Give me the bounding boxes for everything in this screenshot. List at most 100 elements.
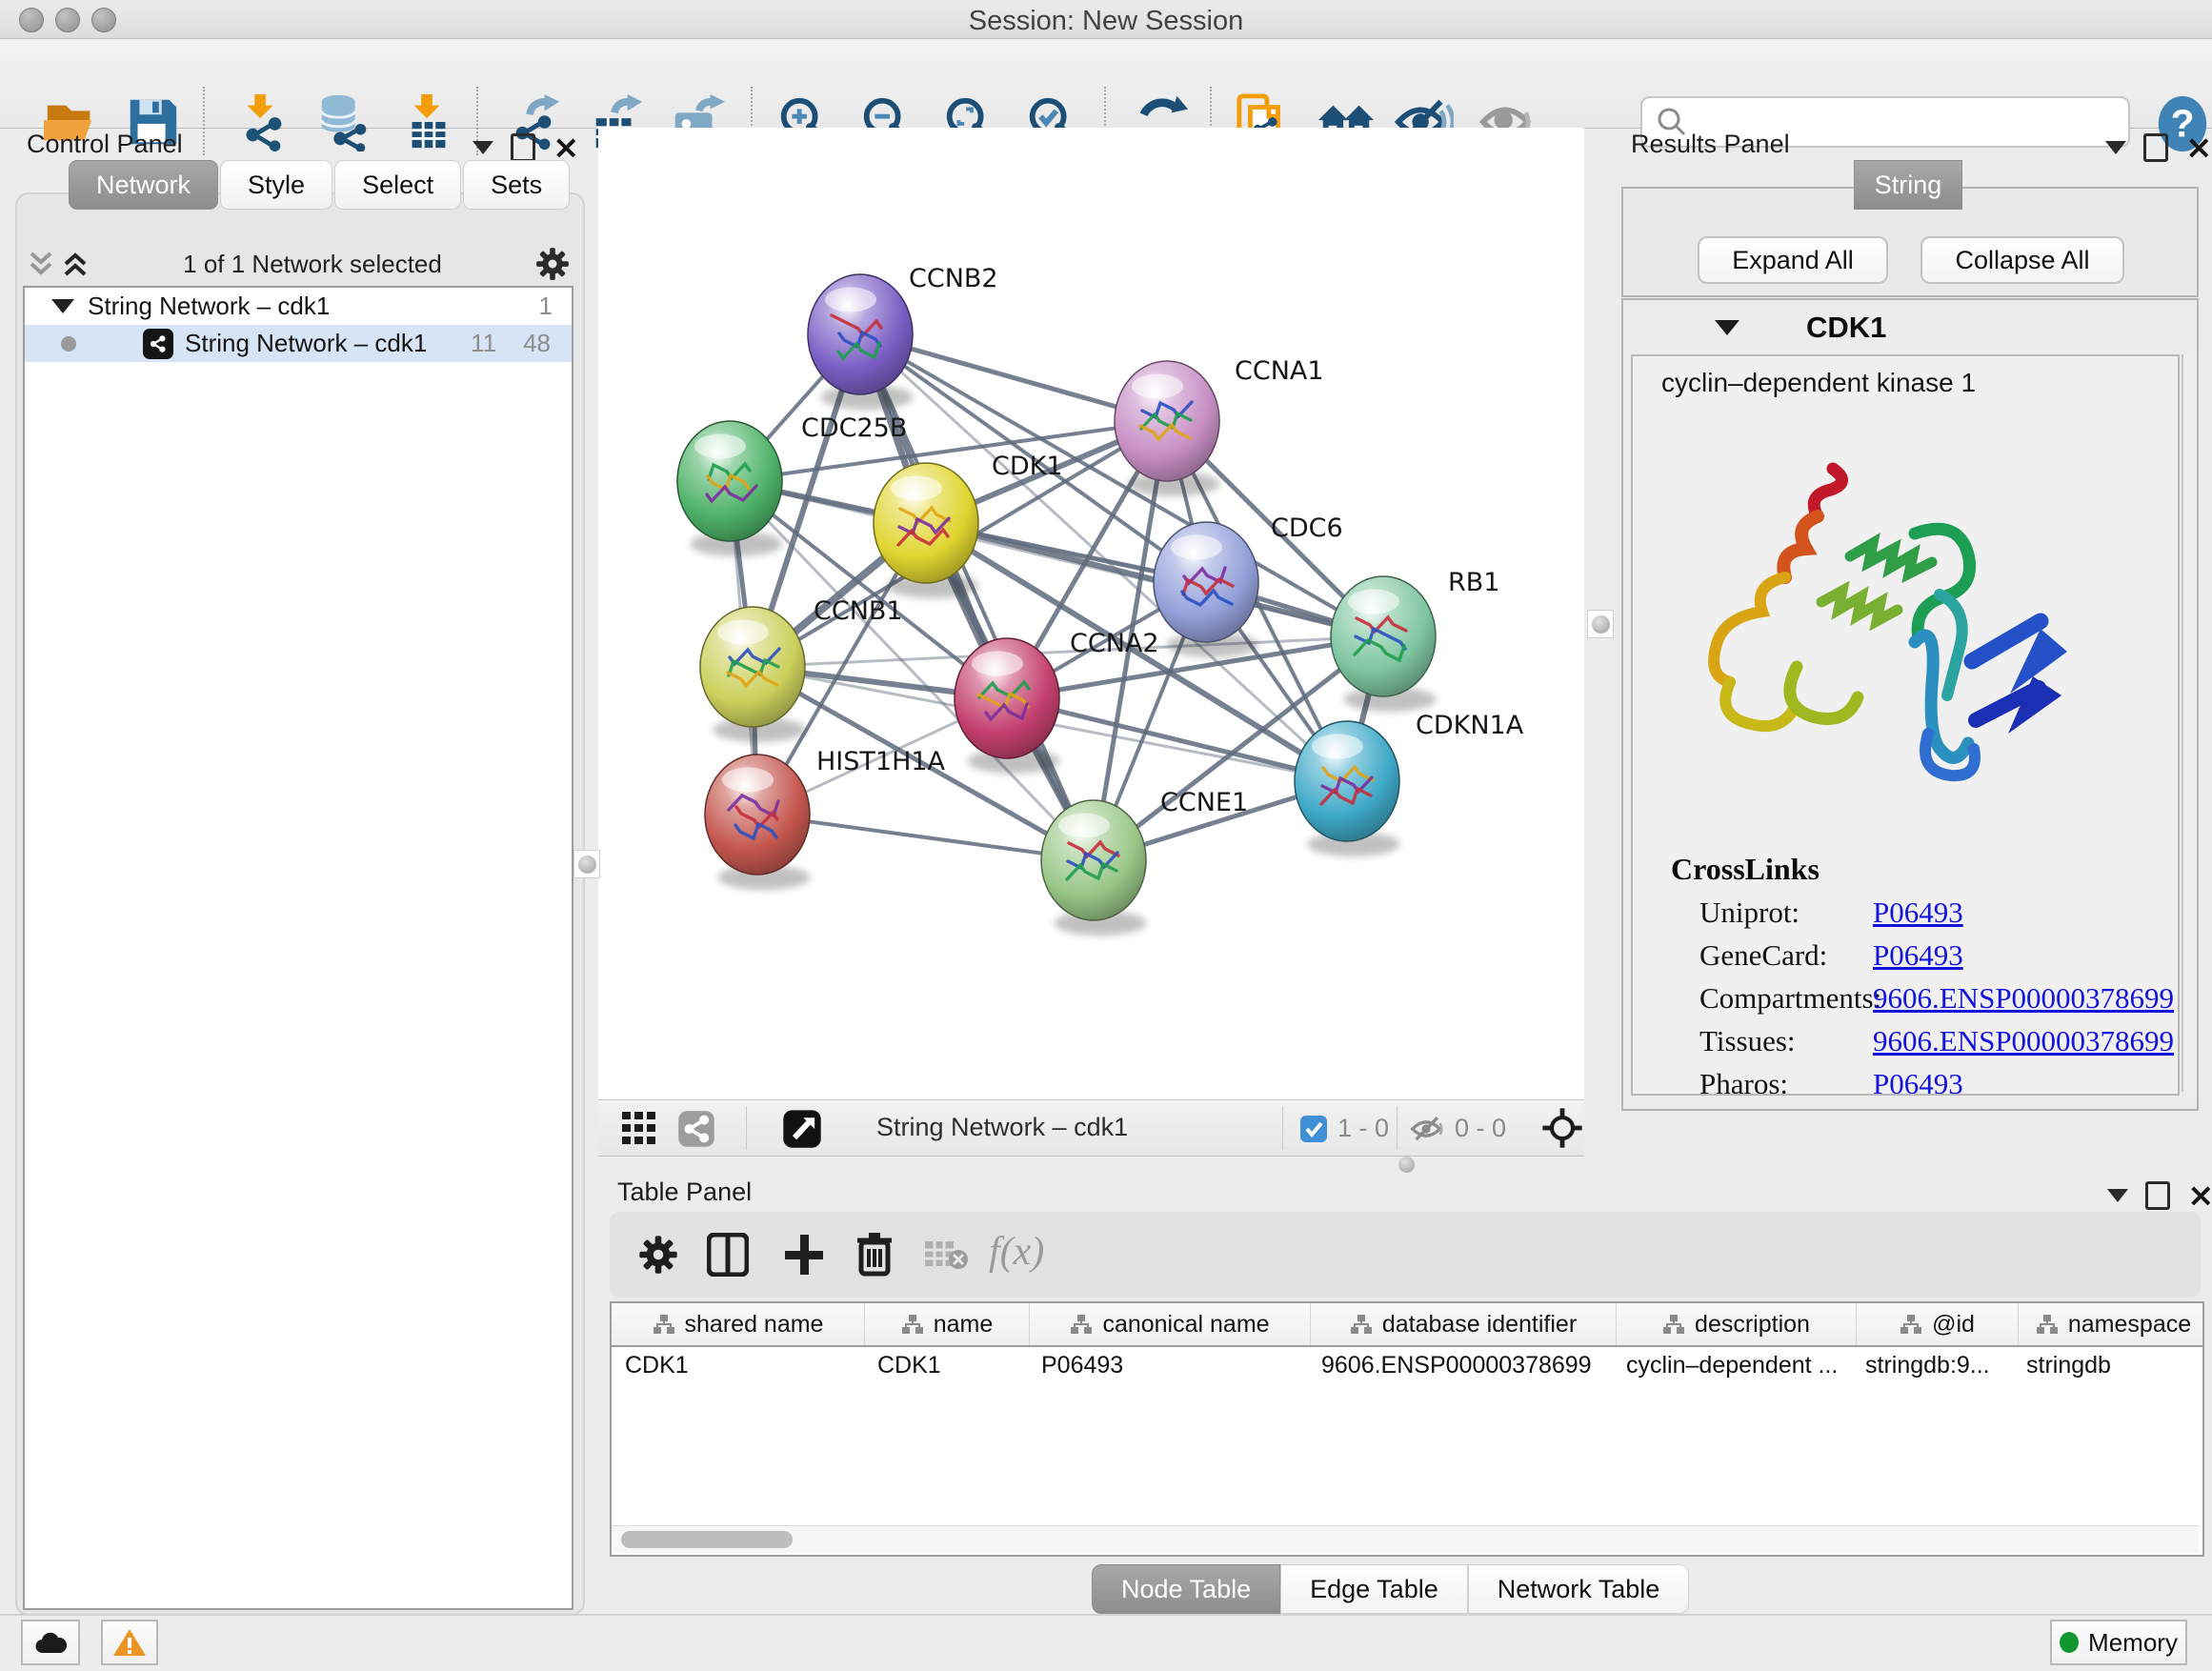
collapse-all-icon[interactable]: [27, 248, 55, 280]
column-header-description[interactable]: description: [1617, 1303, 1857, 1345]
delete-column-icon[interactable]: [855, 1231, 894, 1277]
network-node-CDC6[interactable]: [1154, 522, 1258, 657]
table-cell[interactable]: cyclin–dependent ...: [1613, 1347, 1852, 1383]
close-panel-icon[interactable]: ×: [2185, 136, 2212, 159]
results-scrollbar[interactable]: [2182, 354, 2197, 1092]
memory-button[interactable]: Memory: [2050, 1620, 2187, 1665]
table-header-row: shared namenamecanonical namedatabase id…: [612, 1303, 2204, 1347]
crosslink-label: Tissues:: [1699, 1024, 1796, 1058]
table-hscrollbar[interactable]: [612, 1525, 2199, 1553]
tab-sets[interactable]: Sets: [463, 160, 570, 210]
tab-network-table[interactable]: Network Table: [1468, 1564, 1690, 1614]
tab-network[interactable]: Network: [69, 160, 218, 210]
network-node-CCNA1[interactable]: [1115, 361, 1219, 496]
crosslink-link[interactable]: P06493: [1873, 896, 1963, 930]
expand-all-button[interactable]: Expand All: [1698, 236, 1888, 284]
gene-section-header[interactable]: CDK1: [1623, 300, 2197, 354]
close-panel-icon[interactable]: ×: [553, 136, 580, 159]
network-node-CCNE1[interactable]: [1041, 800, 1146, 936]
network-node-CCNB1[interactable]: [700, 607, 805, 742]
float-panel-icon[interactable]: [2145, 1181, 2170, 1210]
network-node-CCNB2[interactable]: [808, 274, 913, 410]
column-header-namespace[interactable]: namespace: [2019, 1303, 2204, 1345]
network-collection-row[interactable]: String Network – cdk1 1: [25, 288, 572, 325]
column-header-name[interactable]: name: [865, 1303, 1030, 1345]
tab-node-table[interactable]: Node Table: [1092, 1564, 1280, 1614]
crosslink-link[interactable]: P06493: [1873, 1067, 1963, 1096]
network-node-CDKN1A[interactable]: [1295, 721, 1399, 856]
collapse-panel-icon[interactable]: [2105, 141, 2126, 154]
right-splitter-handle[interactable]: [1587, 610, 1614, 638]
tab-style[interactable]: Style: [220, 160, 332, 210]
cytoscape-window: Session: New Session: [0, 0, 2212, 1671]
tab-select[interactable]: Select: [334, 160, 461, 210]
table-row[interactable]: CDK1CDK1P064939606.ENSP00000378699cyclin…: [612, 1347, 2204, 1383]
collapse-all-button[interactable]: Collapse All: [1920, 236, 2124, 284]
node-label-CDKN1A: CDKN1A: [1416, 711, 1524, 740]
results-tab-string[interactable]: String: [1854, 160, 1962, 210]
results-panel-title: Results Panel: [1631, 130, 1790, 159]
add-column-icon[interactable]: [783, 1233, 825, 1277]
network-canvas[interactable]: CCNB2CCNA1CDC25BCDK1CDC6RB1CCNB1CCNA2CDK…: [598, 128, 1584, 1099]
bottom-splitter-handle[interactable]: [1398, 1157, 1415, 1173]
table-cell[interactable]: P06493: [1028, 1347, 1308, 1383]
collapse-panel-icon[interactable]: [473, 141, 493, 154]
import-table-icon[interactable]: [399, 92, 458, 151]
node-label-CDC25B: CDC25B: [801, 413, 907, 443]
column-header-database-identifier[interactable]: database identifier: [1311, 1303, 1617, 1345]
float-panel-icon[interactable]: [2143, 133, 2168, 162]
table-cell[interactable]: stringdb: [2013, 1347, 2202, 1383]
network-node-CCNA2[interactable]: [955, 638, 1059, 774]
table-toolbar: f(x): [610, 1212, 2201, 1298]
network-view-title: String Network – cdk1: [876, 1113, 1128, 1142]
network-collection-label: String Network – cdk1: [88, 292, 539, 321]
column-header-shared-name[interactable]: shared name: [612, 1303, 865, 1345]
crosslink-link[interactable]: 9606.ENSP00000378699: [1873, 981, 2174, 1016]
scrollbar-thumb[interactable]: [621, 1531, 793, 1548]
edge-count: 48: [523, 329, 551, 358]
network-node-CDC25B[interactable]: [677, 421, 782, 556]
control-panel-tabs: NetworkStyleSelectSets: [69, 160, 572, 210]
network-type-icon: [143, 329, 173, 359]
warning-button[interactable]: [101, 1620, 158, 1665]
table-cell[interactable]: stringdb:9...: [1852, 1347, 2013, 1383]
cloud-button[interactable]: [21, 1620, 80, 1665]
crosslink-link[interactable]: P06493: [1873, 938, 1963, 973]
warning-icon: [112, 1627, 147, 1658]
selected-checkbox-icon[interactable]: [1299, 1115, 1328, 1143]
network-node-HIST1H1A[interactable]: [705, 755, 810, 890]
close-panel-icon[interactable]: ×: [2187, 1184, 2212, 1207]
network-node-RB1[interactable]: [1331, 576, 1436, 712]
gear-icon[interactable]: [535, 247, 570, 281]
current-network-dot: [61, 336, 76, 352]
network-row-label: String Network – cdk1: [185, 329, 471, 358]
node-label-RB1: RB1: [1448, 568, 1499, 597]
crosslink-label: GeneCard:: [1699, 938, 1827, 973]
show-columns-icon[interactable]: [707, 1233, 749, 1277]
crosshair-icon[interactable]: [1541, 1107, 1583, 1149]
table-cell[interactable]: 9606.ENSP00000378699: [1308, 1347, 1613, 1383]
window-title: Session: New Session: [0, 6, 2212, 37]
grid-view-icon[interactable]: [622, 1112, 660, 1146]
import-network-icon[interactable]: [232, 92, 292, 151]
table-cell[interactable]: CDK1: [864, 1347, 1028, 1383]
tab-edge-table[interactable]: Edge Table: [1280, 1564, 1468, 1614]
birdseye-view-icon[interactable]: [781, 1109, 823, 1149]
column-header-@id[interactable]: @id: [1857, 1303, 2019, 1345]
float-panel-icon[interactable]: [511, 133, 535, 162]
import-database-icon[interactable]: [314, 92, 373, 151]
table-gear-icon[interactable]: [638, 1235, 678, 1275]
table-cell[interactable]: CDK1: [612, 1347, 864, 1383]
left-splitter-handle[interactable]: [573, 850, 600, 878]
network-view-icon[interactable]: [676, 1110, 716, 1148]
section-collapse-icon[interactable]: [1715, 320, 1739, 335]
expand-all-icon[interactable]: [61, 248, 90, 280]
network-node-CDK1[interactable]: [874, 463, 978, 598]
toolbar-separator: [203, 87, 205, 155]
column-header-canonical-name[interactable]: canonical name: [1030, 1303, 1311, 1345]
node-label-CDC6: CDC6: [1271, 513, 1343, 543]
collapse-panel-icon[interactable]: [2107, 1189, 2128, 1202]
crosslink-link[interactable]: 9606.ENSP00000378699: [1873, 1024, 2174, 1058]
tree-expand-icon[interactable]: [51, 299, 74, 313]
network-row[interactable]: String Network – cdk1 11 48: [25, 325, 572, 362]
